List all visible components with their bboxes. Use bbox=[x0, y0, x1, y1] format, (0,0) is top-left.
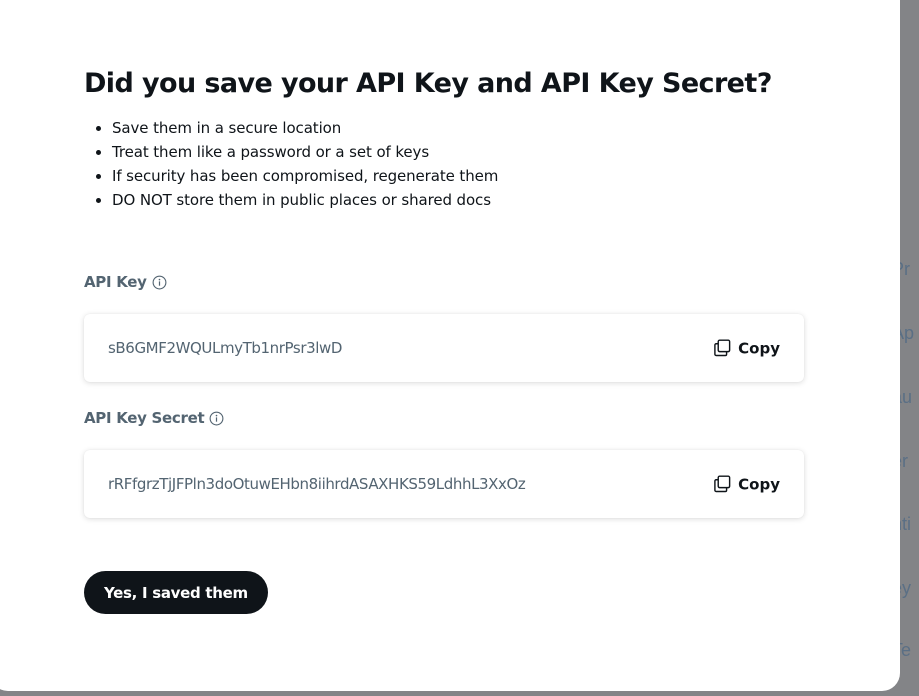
api-key-secret-label-text: API Key Secret bbox=[84, 409, 205, 427]
info-icon[interactable] bbox=[209, 411, 224, 426]
save-keys-modal: Did you save your API Key and API Key Se… bbox=[0, 0, 900, 691]
api-key-value: sB6GMF2WQULmyTb1nrPsr3lwD bbox=[108, 339, 343, 357]
copy-label: Copy bbox=[738, 475, 780, 493]
confirm-saved-button[interactable]: Yes, I saved them bbox=[84, 571, 268, 614]
api-key-secret-field: rRFfgrzTjJFPln3doOtuwEHbn8iihrdASAXHKS59… bbox=[84, 450, 804, 518]
api-key-field: sB6GMF2WQULmyTb1nrPsr3lwD Copy bbox=[84, 314, 804, 382]
copy-api-key-secret-button[interactable]: Copy bbox=[713, 475, 780, 494]
api-key-secret-value: rRFfgrzTjJFPln3doOtuwEHbn8iihrdASAXHKS59… bbox=[108, 475, 526, 493]
copy-label: Copy bbox=[738, 339, 780, 357]
list-item: DO NOT store them in public places or sh… bbox=[112, 188, 498, 212]
copy-icon bbox=[713, 475, 732, 494]
copy-icon bbox=[713, 339, 732, 358]
api-key-secret-label: API Key Secret bbox=[84, 409, 224, 427]
modal-title: Did you save your API Key and API Key Se… bbox=[84, 68, 772, 99]
api-key-label: API Key bbox=[84, 273, 167, 291]
api-key-label-text: API Key bbox=[84, 273, 147, 291]
info-icon[interactable] bbox=[152, 275, 167, 290]
list-item: Treat them like a password or a set of k… bbox=[112, 140, 498, 164]
list-item: Save them in a secure location bbox=[112, 116, 498, 140]
list-item: If security has been compromised, regene… bbox=[112, 164, 498, 188]
copy-api-key-button[interactable]: Copy bbox=[713, 339, 780, 358]
security-tips-list: Save them in a secure location Treat the… bbox=[84, 116, 498, 212]
